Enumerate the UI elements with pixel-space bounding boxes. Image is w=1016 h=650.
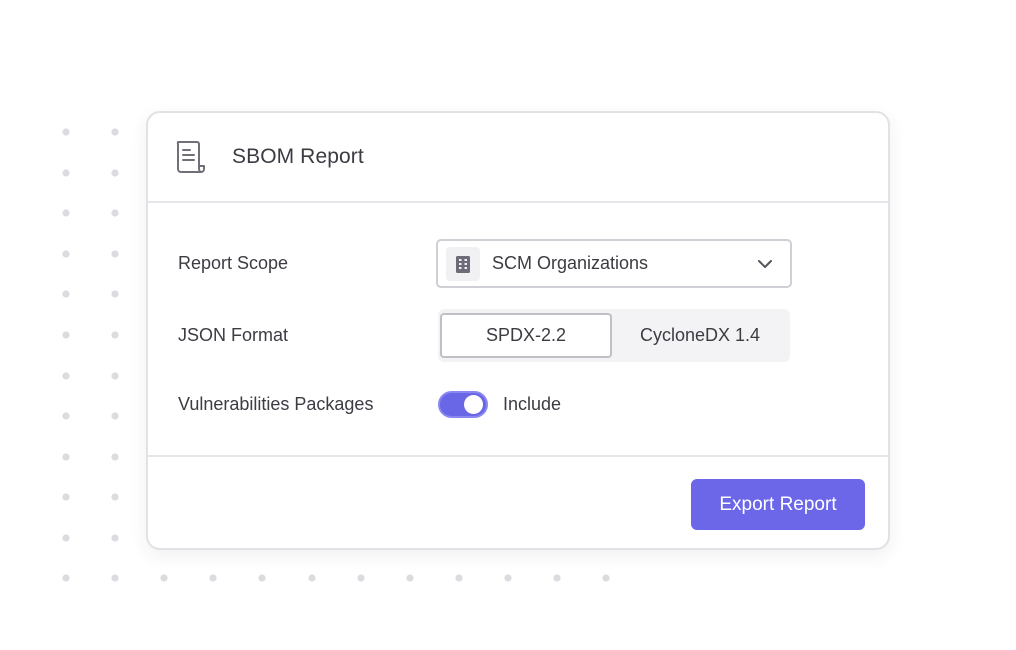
decorative-dot bbox=[62, 534, 70, 542]
decorative-dot bbox=[62, 128, 70, 136]
decorative-dot bbox=[111, 534, 119, 542]
decorative-dot bbox=[62, 290, 70, 298]
decorative-dot bbox=[406, 574, 414, 582]
decorative-dot bbox=[111, 290, 119, 298]
decorative-dot bbox=[62, 331, 70, 339]
decorative-dot bbox=[62, 412, 70, 420]
export-report-button[interactable]: Export Report bbox=[691, 479, 865, 530]
sbom-report-card: SBOM Report Report Scope SCM Organizatio… bbox=[146, 111, 890, 550]
include-vulnerabilities-toggle[interactable] bbox=[438, 391, 488, 418]
footer-divider bbox=[148, 455, 888, 457]
decorative-dot bbox=[602, 574, 610, 582]
include-toggle-label: Include bbox=[503, 394, 562, 414]
decorative-dot bbox=[111, 574, 119, 582]
format-option-cyclonedx[interactable]: CycloneDX 1.4 bbox=[612, 313, 788, 358]
decorative-dot bbox=[62, 169, 70, 177]
decorative-dot bbox=[111, 169, 119, 177]
json-format-label: JSON Format bbox=[178, 325, 289, 345]
decorative-dot bbox=[455, 574, 463, 582]
building-icon bbox=[456, 255, 470, 273]
decorative-dot bbox=[553, 574, 561, 582]
page-canvas: SBOM Report Report Scope SCM Organizatio… bbox=[0, 0, 1016, 650]
decorative-dot bbox=[62, 453, 70, 461]
decorative-dot bbox=[308, 574, 316, 582]
document-icon bbox=[176, 141, 205, 173]
report-scope-row: Report Scope bbox=[178, 253, 288, 274]
card-title: SBOM Report bbox=[232, 145, 364, 168]
chevron-down-icon bbox=[758, 260, 772, 268]
decorative-dot bbox=[111, 209, 119, 217]
report-scope-label: Report Scope bbox=[178, 253, 289, 273]
card-header: SBOM Report bbox=[148, 113, 888, 203]
decorative-dot bbox=[111, 493, 119, 501]
decorative-dot bbox=[160, 574, 168, 582]
json-format-segmented-control: SPDX-2.2 CycloneDX 1.4 bbox=[438, 309, 790, 362]
decorative-dot bbox=[111, 250, 119, 258]
decorative-dot bbox=[62, 209, 70, 217]
format-option-spdx[interactable]: SPDX-2.2 bbox=[440, 313, 612, 358]
decorative-dot bbox=[62, 493, 70, 501]
report-scope-value: SCM Organizations bbox=[492, 253, 649, 273]
decorative-dot bbox=[111, 128, 119, 136]
decorative-dot bbox=[111, 453, 119, 461]
decorative-dot bbox=[258, 574, 266, 582]
decorative-dot bbox=[209, 574, 217, 582]
decorative-dot bbox=[62, 574, 70, 582]
vulnerabilities-row: Vulnerabilities Packages bbox=[178, 394, 373, 415]
report-scope-select[interactable]: SCM Organizations bbox=[436, 239, 792, 288]
toggle-knob bbox=[464, 395, 483, 414]
building-icon-box bbox=[446, 246, 480, 281]
decorative-dot bbox=[357, 574, 365, 582]
decorative-dot bbox=[504, 574, 512, 582]
decorative-dot bbox=[111, 331, 119, 339]
decorative-dot bbox=[62, 250, 70, 258]
json-format-row: JSON Format bbox=[178, 325, 288, 346]
decorative-dot bbox=[111, 372, 119, 380]
decorative-dot bbox=[111, 412, 119, 420]
vulnerabilities-label: Vulnerabilities Packages bbox=[178, 394, 374, 414]
decorative-dot bbox=[62, 372, 70, 380]
